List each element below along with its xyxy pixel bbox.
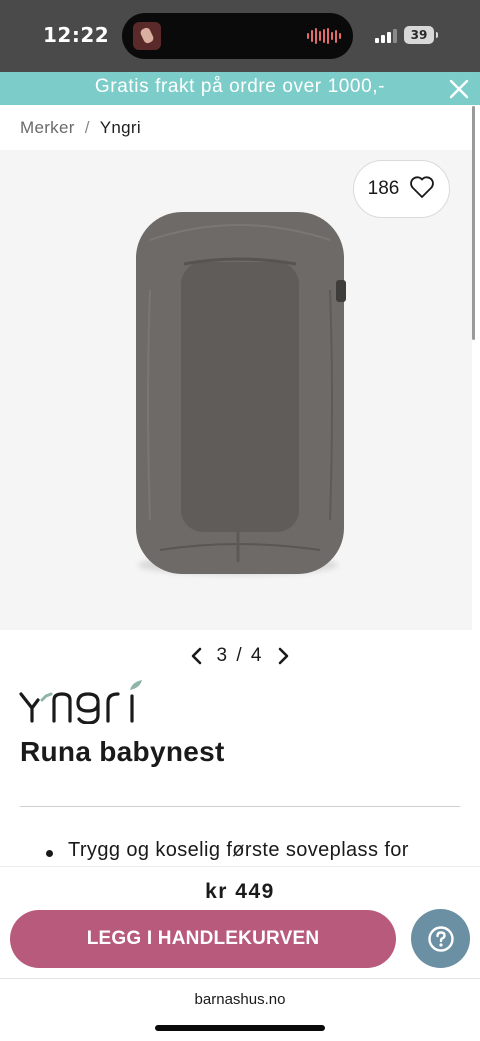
gallery-pager: 3 / 4 bbox=[190, 642, 290, 670]
status-time: 12:22 bbox=[43, 23, 110, 47]
promo-banner: Gratis frakt på ordre over 1000,- bbox=[0, 72, 480, 105]
bullet bbox=[46, 850, 53, 857]
breadcrumb-separator: / bbox=[84, 118, 90, 137]
help-question-icon[interactable] bbox=[411, 909, 470, 968]
cellular-signal-icon bbox=[375, 29, 397, 43]
babynest-illustration bbox=[136, 212, 346, 575]
breadcrumb-link-merker[interactable]: Merker bbox=[20, 118, 75, 138]
url-text[interactable]: barnashus.no bbox=[0, 991, 480, 1008]
chevron-left-icon[interactable] bbox=[190, 646, 204, 666]
like-button[interactable]: 186 bbox=[353, 160, 450, 218]
divider bbox=[20, 806, 460, 807]
brand-logo[interactable] bbox=[18, 678, 152, 728]
home-indicator[interactable] bbox=[155, 1025, 325, 1031]
dynamic-island bbox=[122, 13, 353, 59]
heart-icon bbox=[409, 175, 435, 203]
product-title: Runa babynest bbox=[20, 736, 225, 767]
battery-icon: 39 bbox=[404, 26, 438, 44]
add-to-cart-button[interactable]: LEGG I HANDLEKURVEN bbox=[10, 910, 396, 968]
browser-address-bar[interactable] bbox=[0, 978, 480, 1041]
scrollbar-thumb[interactable] bbox=[472, 106, 475, 340]
add-to-cart-label: LEGG I HANDLEKURVEN bbox=[86, 928, 320, 949]
close-icon[interactable] bbox=[449, 79, 469, 99]
chevron-right-icon[interactable] bbox=[276, 646, 290, 666]
breadcrumb: Merker / Yngri bbox=[20, 118, 141, 138]
product-image[interactable] bbox=[0, 150, 472, 630]
gallery-position: 3 / 4 bbox=[216, 645, 264, 666]
breadcrumb-current: Yngri bbox=[99, 118, 141, 137]
now-playing-artwork bbox=[133, 22, 161, 50]
promo-text: Gratis frakt på ordre over 1000,- bbox=[94, 76, 386, 97]
audio-waveform-icon bbox=[307, 28, 341, 44]
description-item: Trygg og koselig første soveplass for bbox=[68, 839, 409, 861]
product-price: kr 449 bbox=[205, 880, 275, 903]
status-bar: 12:22 39 bbox=[0, 0, 480, 72]
like-count: 186 bbox=[367, 178, 400, 199]
